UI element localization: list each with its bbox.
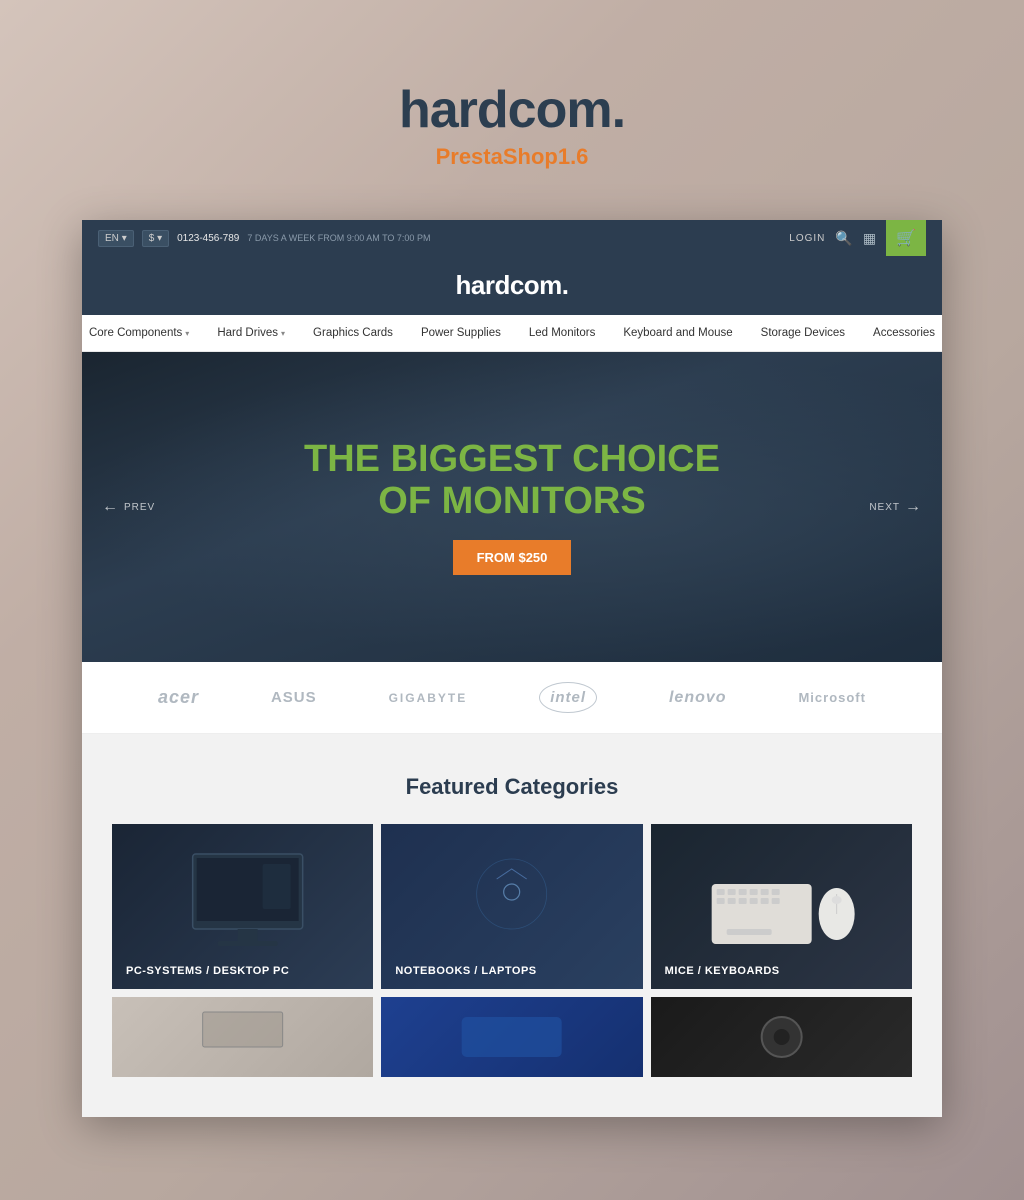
hero-headline-2: OF MONITORS <box>304 481 720 523</box>
hero-slider: ← PREV THE BIGGEST CHOICE OF MONITORS FR… <box>82 352 942 662</box>
cat-label-pc: PC-SYSTEMS / DESKTOP PC <box>112 953 303 989</box>
category-mice-keyboards[interactable]: MICE / KEYBOARDS <box>651 824 912 989</box>
hero-headline-1: THE BIGGEST CHOICE <box>304 439 720 481</box>
brand-acer[interactable]: acer <box>158 687 199 708</box>
hero-cta-button[interactable]: FROM $250 <box>453 540 572 575</box>
featured-title: Featured Categories <box>112 774 912 800</box>
nav-item-graphics-cards[interactable]: Graphics Cards <box>299 315 407 351</box>
main-nav: Core Components ▾ Hard Drives ▾ Graphics… <box>82 315 942 352</box>
compare-icon[interactable]: ▦ <box>863 230 876 247</box>
nav-item-core-components[interactable]: Core Components ▾ <box>75 315 203 351</box>
hero-content: THE BIGGEST CHOICE OF MONITORS FROM $250 <box>304 439 720 576</box>
phone-number: 0123-456-789 <box>177 233 239 244</box>
brand-intel[interactable]: intel <box>539 682 597 713</box>
dropdown-arrow-icon: ▾ <box>281 329 285 338</box>
nav-item-accessories[interactable]: Accessories <box>859 315 949 351</box>
categories-bottom-row <box>112 997 912 1077</box>
hero-highlight-1: THE BIGGEST <box>304 438 562 480</box>
logo-section: hardcom. PrestaShop1.6 <box>0 50 1024 190</box>
cart-button[interactable]: 🛒 <box>886 220 926 256</box>
search-icon[interactable]: 🔍 <box>835 230 852 247</box>
store-window: EN ▾ $ ▾ 0123-456-789 7 DAYS A WEEK FROM… <box>82 220 942 1117</box>
brand-logo-main: hardcom. <box>20 80 1004 140</box>
slider-prev-button[interactable]: ← PREV <box>102 498 155 516</box>
brand-gigabyte[interactable]: GIGABYTE <box>389 691 468 705</box>
page-background: hardcom. PrestaShop1.6 EN ▾ $ ▾ 0123-456… <box>0 0 1024 1200</box>
brand-asus[interactable]: ASUS <box>271 689 317 706</box>
brand-microsoft[interactable]: Microsoft <box>798 690 866 705</box>
brand-lenovo[interactable]: lenovo <box>669 689 727 707</box>
category-bottom-2[interactable] <box>381 997 642 1077</box>
nav-item-led-monitors[interactable]: Led Monitors <box>515 315 609 351</box>
cat-label-mice: MICE / KEYBOARDS <box>651 953 794 989</box>
currency-selector[interactable]: $ ▾ <box>142 230 169 247</box>
site-header: hardcom. <box>82 256 942 315</box>
slider-next-button[interactable]: NEXT → <box>869 498 922 516</box>
categories-grid: PC-SYSTEMS / DESKTOP PC NOTEBOOKS / LAPT… <box>112 824 912 989</box>
brands-bar: acer ASUS GIGABYTE intel lenovo Microsof… <box>82 662 942 734</box>
next-arrow-icon: → <box>905 498 922 516</box>
nav-item-keyboard-mouse[interactable]: Keyboard and Mouse <box>609 315 746 351</box>
category-bottom-3[interactable] <box>651 997 912 1077</box>
featured-section: Featured Categories PC-SYSTE <box>82 734 942 1117</box>
business-hours: 7 DAYS A WEEK FROM 9:00 AM TO 7:00 PM <box>247 233 430 243</box>
hero-highlight-2: MONITORS <box>442 480 646 522</box>
nav-item-power-supplies[interactable]: Power Supplies <box>407 315 515 351</box>
category-pc-systems[interactable]: PC-SYSTEMS / DESKTOP PC <box>112 824 373 989</box>
header-logo[interactable]: hardcom. <box>455 270 568 300</box>
brand-logo-sub: PrestaShop1.6 <box>20 144 1004 170</box>
nav-item-hard-drives[interactable]: Hard Drives ▾ <box>203 315 299 351</box>
top-bar: EN ▾ $ ▾ 0123-456-789 7 DAYS A WEEK FROM… <box>82 220 942 256</box>
top-bar-right: LOGIN 🔍 ▦ 🛒 <box>789 220 926 256</box>
category-notebooks[interactable]: NOTEBOOKS / LAPTOPS <box>381 824 642 989</box>
cat-label-notebooks: NOTEBOOKS / LAPTOPS <box>381 953 550 989</box>
top-bar-left: EN ▾ $ ▾ 0123-456-789 7 DAYS A WEEK FROM… <box>98 230 430 247</box>
login-button[interactable]: LOGIN <box>789 233 825 244</box>
category-bottom-1[interactable] <box>112 997 373 1077</box>
nav-item-storage-devices[interactable]: Storage Devices <box>747 315 859 351</box>
dropdown-arrow-icon: ▾ <box>185 329 189 338</box>
language-selector[interactable]: EN ▾ <box>98 230 134 247</box>
prev-arrow-icon: ← <box>102 498 119 516</box>
